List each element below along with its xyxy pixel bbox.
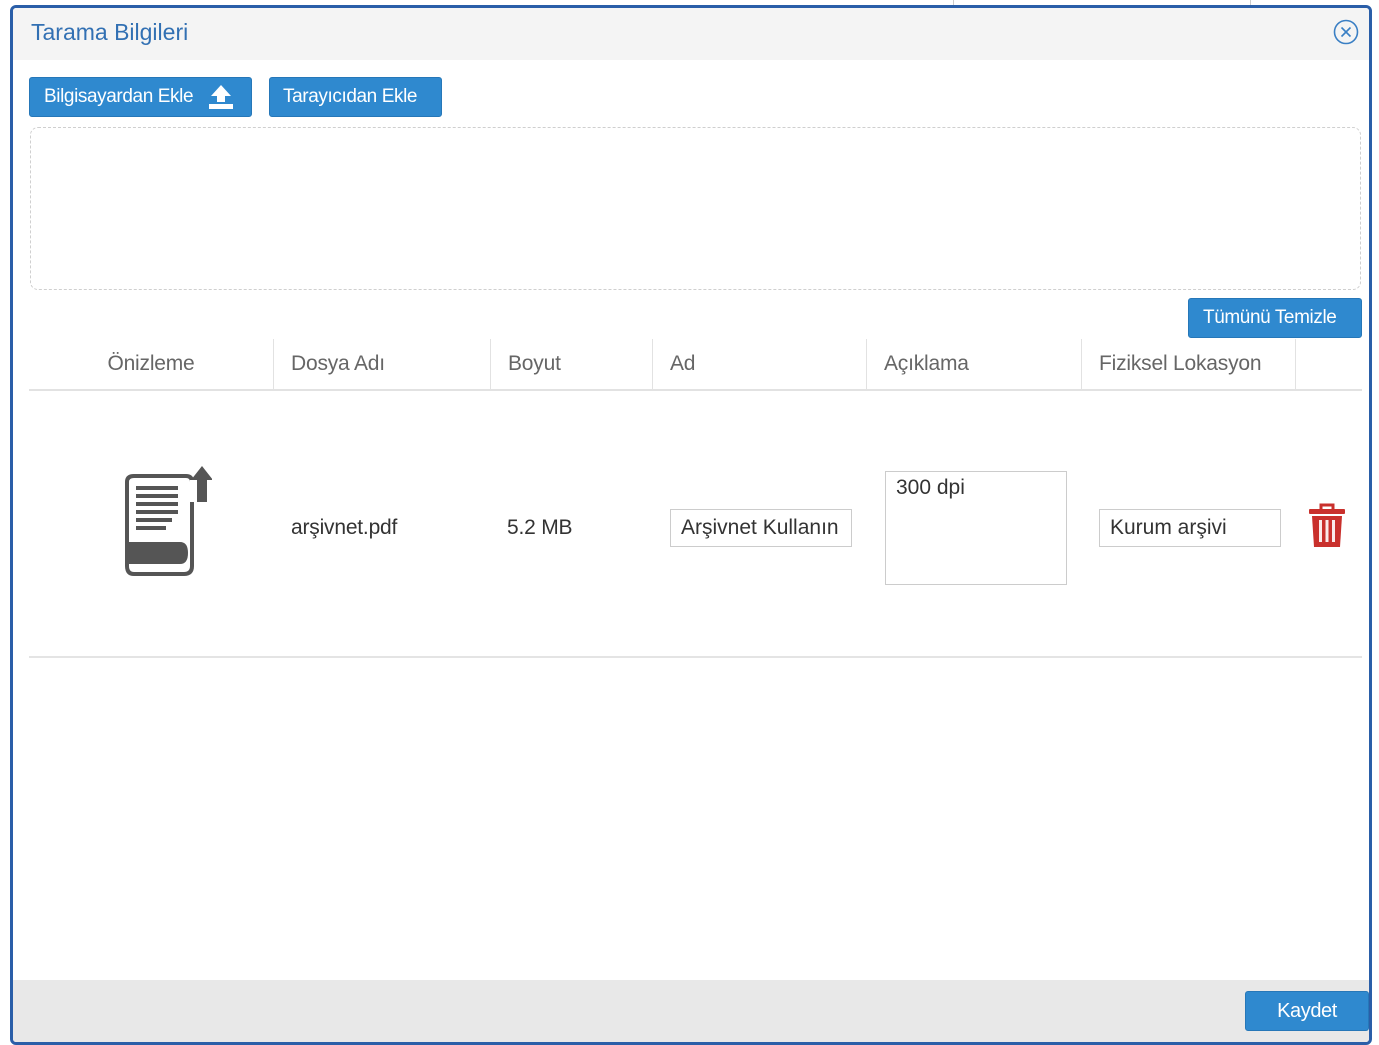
column-header-name: Ad [652, 339, 866, 389]
upload-button-label: Bilgisayardan Ekle [44, 86, 194, 107]
clear-all-label: Tümünü Temizle [1203, 307, 1337, 328]
trash-icon[interactable] [1307, 503, 1347, 549]
dialog-title: Tarama Bilgileri [31, 19, 189, 45]
name-input[interactable] [670, 509, 852, 547]
close-icon[interactable] [1333, 19, 1359, 45]
column-header-size: Boyut [490, 339, 652, 389]
column-header-actions [1295, 339, 1362, 389]
upload-icon [209, 85, 234, 109]
upload-from-computer-button[interactable]: Bilgisayardan Ekle [29, 77, 252, 117]
column-header-description: Açıklama [866, 339, 1081, 389]
table-header: Önizleme Dosya Adı Boyut Ad Açıklama Fiz… [29, 339, 1362, 391]
description-textarea[interactable]: 300 dpi [885, 471, 1067, 585]
pdf-document-upload-icon [122, 464, 213, 579]
save-button[interactable]: Kaydet [1245, 991, 1369, 1031]
file-size-cell: 5.2 MB [507, 516, 573, 539]
dialog-footer [13, 980, 1369, 1042]
column-header-file-name: Dosya Adı [273, 339, 490, 389]
scan-info-dialog: Tarama Bilgileri Bilgisayardan Ekle Tara… [10, 5, 1372, 1045]
clear-all-button[interactable]: Tümünü Temizle [1188, 298, 1362, 338]
column-header-physical-location: Fiziksel Lokasyon [1081, 339, 1295, 389]
scanner-button-label: Tarayıcıdan Ekle [283, 86, 418, 107]
save-button-label: Kaydet [1277, 999, 1337, 1022]
dialog-header: Tarama Bilgileri [13, 8, 1369, 60]
column-header-preview: Önizleme [107, 352, 195, 375]
table-row: arşivnet.pdf 5.2 MB 300 dpi [29, 391, 1362, 658]
file-name-cell: arşivnet.pdf [291, 516, 398, 539]
add-from-scanner-button[interactable]: Tarayıcıdan Ekle [269, 77, 442, 117]
file-drop-zone[interactable] [30, 127, 1361, 290]
physical-location-input[interactable] [1099, 509, 1281, 547]
